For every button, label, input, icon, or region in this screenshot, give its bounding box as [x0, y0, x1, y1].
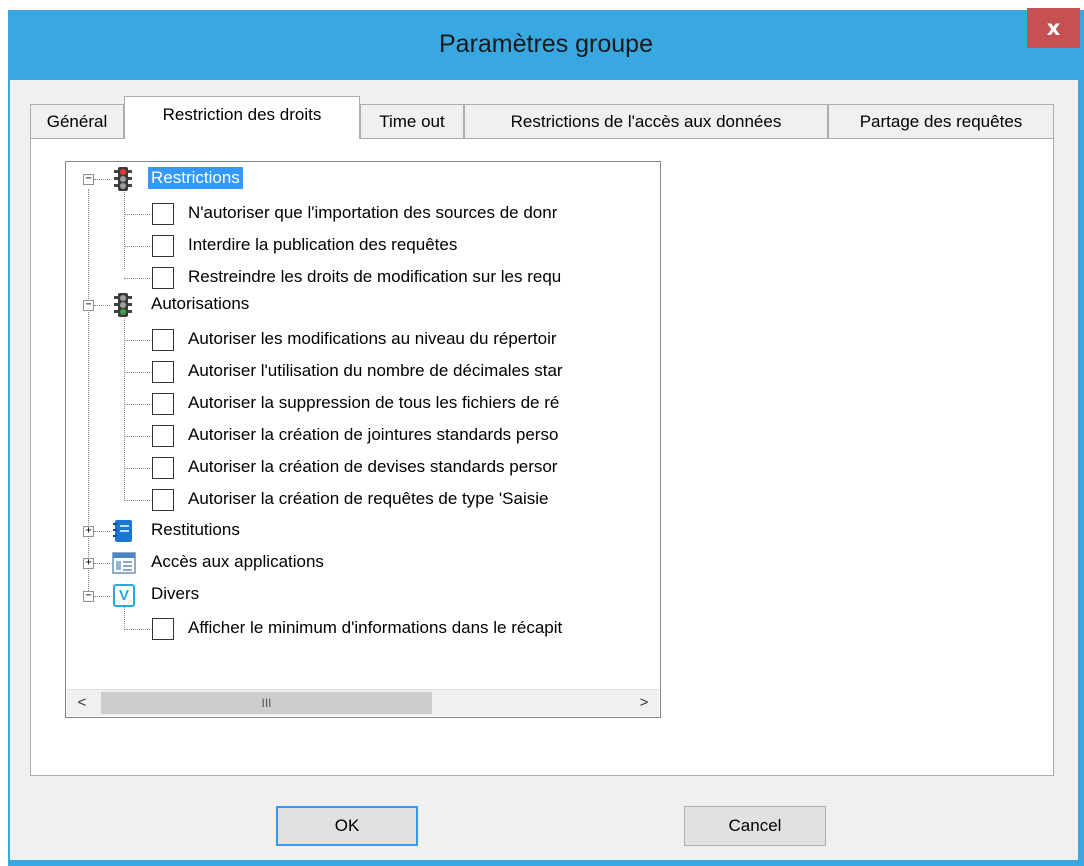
- tree-connector: [94, 563, 110, 564]
- tree-connector: [94, 531, 110, 532]
- checkbox-divers-1[interactable]: [152, 618, 174, 640]
- window-title: Paramètres groupe: [438, 30, 653, 58]
- scroll-thumb-grip: III: [261, 696, 272, 710]
- tree-connector: [124, 278, 150, 279]
- tab-general[interactable]: Général: [30, 104, 124, 138]
- checkbox-autorisation-4[interactable]: [152, 425, 174, 447]
- restriction-1-label: N'autoriser que l'importation des source…: [188, 203, 558, 222]
- scroll-thumb[interactable]: III: [101, 692, 432, 714]
- checkbox-restriction-1[interactable]: [152, 203, 174, 225]
- tree-node-autorisations[interactable]: Autorisations: [148, 293, 252, 315]
- traffic-light-red-icon: [114, 167, 132, 191]
- tree-connector: [124, 436, 150, 437]
- autorisation-4-label: Autoriser la création de jointures stand…: [188, 425, 559, 444]
- tree-branch-line: [124, 189, 125, 269]
- autorisation-6-label: Autoriser la création de requêtes de typ…: [188, 489, 549, 508]
- background-text-fragment: ▔▔▔▔▔ ▔▔▔▔▔: [34, 0, 133, 7]
- tree-connector: [124, 214, 150, 215]
- title-bar[interactable]: Paramètres groupe x: [8, 8, 1084, 80]
- tree-branch-line: [124, 606, 125, 628]
- dialog-client-area: Général Restriction des droits Time out …: [10, 80, 1078, 860]
- tree-connector: [94, 596, 110, 597]
- dialog-window: Paramètres groupe x Général Restriction …: [8, 8, 1084, 866]
- restriction-3-label: Restreindre les droits de modification s…: [188, 267, 562, 286]
- background-strip: ▔▔▔▔▔ ▔▔▔▔▔: [0, 0, 1084, 10]
- collapse-autorisations-toggle[interactable]: −: [83, 300, 94, 311]
- divers-1-label: Afficher le minimum d'informations dans …: [188, 618, 563, 637]
- tree-node-restitutions[interactable]: Restitutions: [148, 519, 243, 541]
- autorisation-3-label: Autoriser la suppression de tous les fic…: [188, 393, 560, 412]
- tab-partage-des-requetes[interactable]: Partage des requêtes: [828, 104, 1054, 138]
- tree-branch-line: [124, 315, 125, 499]
- tree-node-acces-applications[interactable]: Accès aux applications: [148, 551, 327, 573]
- autorisation-5-label: Autoriser la création de devises standar…: [188, 457, 558, 476]
- tree-connector: [124, 629, 150, 630]
- traffic-light-green-icon: [114, 293, 132, 317]
- checkbox-autorisation-2[interactable]: [152, 361, 174, 383]
- horizontal-scrollbar[interactable]: < III >: [67, 689, 659, 716]
- tree-node-restrictions[interactable]: Restrictions: [148, 167, 243, 189]
- collapse-restrictions-toggle[interactable]: −: [83, 174, 94, 185]
- tab-time-out[interactable]: Time out: [360, 104, 464, 138]
- expand-acces-applications-toggle[interactable]: +: [83, 558, 94, 569]
- restriction-2-label: Interdire la publication des requêtes: [188, 235, 458, 254]
- checkbox-autorisation-5[interactable]: [152, 457, 174, 479]
- ok-button[interactable]: OK: [276, 806, 418, 846]
- tree-connector: [124, 340, 150, 341]
- checkbox-autorisation-3[interactable]: [152, 393, 174, 415]
- checkbox-autorisation-6[interactable]: [152, 489, 174, 511]
- tree-connector: [94, 179, 110, 180]
- expand-restitutions-toggle[interactable]: +: [83, 526, 94, 537]
- checkbox-restriction-3[interactable]: [152, 267, 174, 289]
- tree-connector: [124, 468, 150, 469]
- application-window-icon: [112, 552, 136, 574]
- tree-connector: [94, 305, 110, 306]
- tree-connector: [124, 246, 150, 247]
- checkbox-autorisation-1[interactable]: [152, 329, 174, 351]
- scroll-right-arrow[interactable]: >: [631, 690, 657, 716]
- report-book-icon: [113, 520, 132, 542]
- autorisation-1-label: Autoriser les modifications au niveau du…: [188, 329, 557, 348]
- tab-restrictions-acces-donnees[interactable]: Restrictions de l'accès aux données: [464, 104, 828, 138]
- tree-connector: [124, 500, 150, 501]
- tree-connector: [124, 404, 150, 405]
- collapse-divers-toggle[interactable]: −: [83, 591, 94, 602]
- tree-node-divers[interactable]: Divers: [148, 583, 202, 605]
- autorisation-2-label: Autoriser l'utilisation du nombre de déc…: [188, 361, 563, 380]
- tree-connector: [124, 372, 150, 373]
- scroll-left-arrow[interactable]: <: [69, 690, 95, 716]
- tab-panel-restriction-des-droits: − Restrictions N'autoriser que l'importa…: [30, 138, 1054, 776]
- rights-tree-view[interactable]: − Restrictions N'autoriser que l'importa…: [65, 161, 661, 718]
- cancel-button[interactable]: Cancel: [684, 806, 826, 846]
- close-button[interactable]: x: [1027, 8, 1080, 48]
- divers-v-icon: V: [113, 584, 135, 607]
- tab-restriction-des-droits[interactable]: Restriction des droits: [124, 96, 360, 139]
- checkbox-restriction-2[interactable]: [152, 235, 174, 257]
